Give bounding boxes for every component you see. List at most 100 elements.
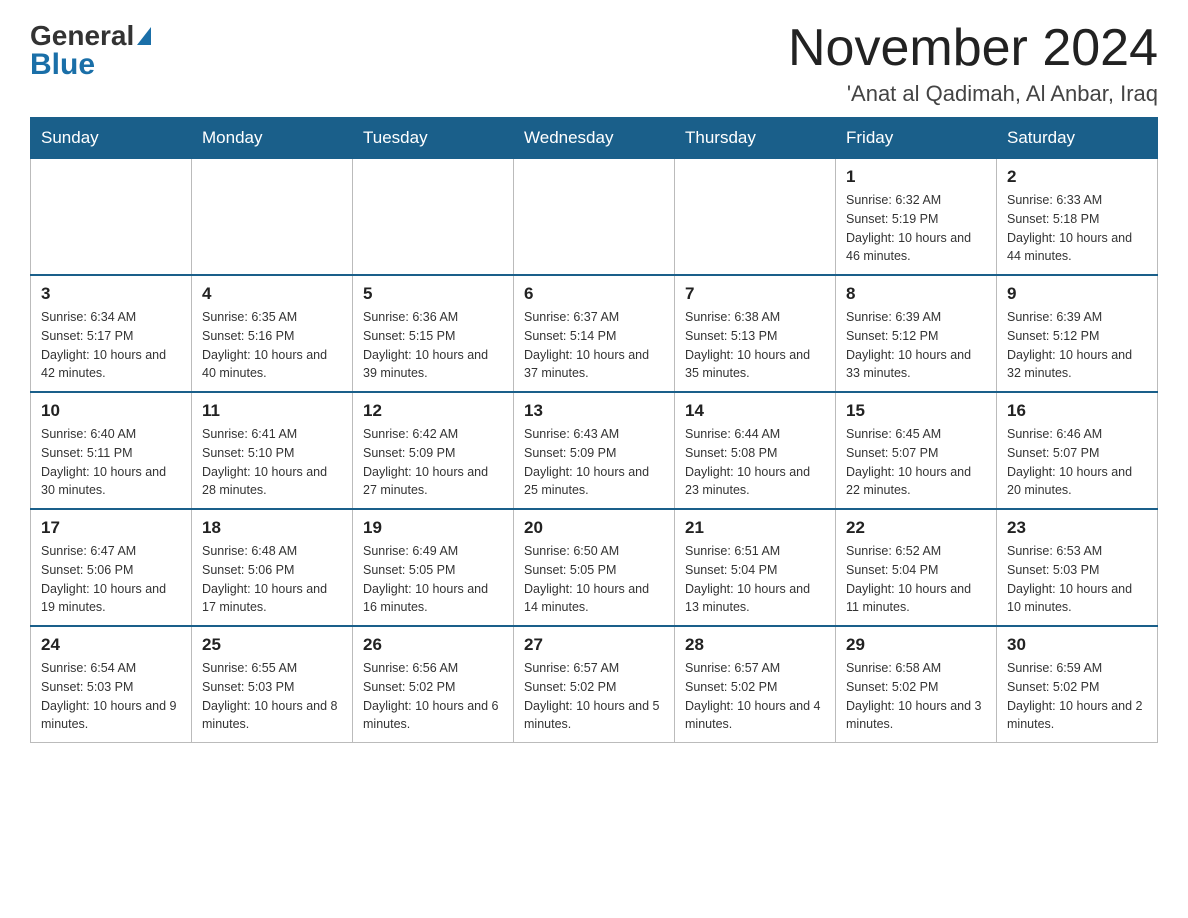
weekday-header-tuesday: Tuesday [353, 118, 514, 159]
page-header: General Blue November 2024 'Anat al Qadi… [30, 20, 1158, 107]
calendar-cell: 4Sunrise: 6:35 AMSunset: 5:16 PMDaylight… [192, 275, 353, 392]
day-info: Sunrise: 6:40 AMSunset: 5:11 PMDaylight:… [41, 425, 181, 500]
day-number: 30 [1007, 635, 1147, 655]
logo-triangle-icon [137, 27, 151, 45]
day-number: 12 [363, 401, 503, 421]
day-number: 9 [1007, 284, 1147, 304]
day-number: 6 [524, 284, 664, 304]
calendar-table: SundayMondayTuesdayWednesdayThursdayFrid… [30, 117, 1158, 743]
calendar-cell: 8 Sunrise: 6:39 AMSunset: 5:12 PMDaylight… [836, 275, 997, 392]
day-info: Sunrise: 6:47 AMSunset: 5:06 PMDaylight:… [41, 542, 181, 617]
calendar-cell: 24 Sunrise: 6:54 AMSunset: 5:03 PMDayligh… [31, 626, 192, 743]
calendar-cell: 22 Sunrise: 6:52 AMSunset: 5:04 PMDayligh… [836, 509, 997, 626]
day-info: Sunrise: 6:41 AMSunset: 5:10 PMDaylight:… [202, 425, 342, 500]
day-number: 24 [41, 635, 181, 655]
calendar-week-row: 10 Sunrise: 6:40 AMSunset: 5:11 PMDayligh… [31, 392, 1158, 509]
day-number: 1 [846, 167, 986, 187]
calendar-cell: 1 Sunrise: 6:32 AMSunset: 5:19 PMDaylight… [836, 159, 997, 276]
day-number: 21 [685, 518, 825, 538]
day-info: Sunrise: 6:43 AMSunset: 5:09 PMDaylight:… [524, 425, 664, 500]
calendar-week-row: 24 Sunrise: 6:54 AMSunset: 5:03 PMDayligh… [31, 626, 1158, 743]
calendar-cell [514, 159, 675, 276]
day-info: Sunrise: 6:50 AMSunset: 5:05 PMDaylight:… [524, 542, 664, 617]
day-number: 29 [846, 635, 986, 655]
day-info: Sunrise: 6:57 AMSunset: 5:02 PMDaylight:… [685, 659, 825, 734]
calendar-cell: 28 Sunrise: 6:57 AMSunset: 5:02 PMDayligh… [675, 626, 836, 743]
day-number: 2 [1007, 167, 1147, 187]
weekday-header-thursday: Thursday [675, 118, 836, 159]
month-title: November 2024 [788, 20, 1158, 77]
day-number: 27 [524, 635, 664, 655]
day-info: Sunrise: 6:39 AMSunset: 5:12 PMDaylight:… [1007, 308, 1147, 383]
day-info: Sunrise: 6:34 AMSunset: 5:17 PMDaylight:… [41, 308, 181, 383]
day-info: Sunrise: 6:48 AMSunset: 5:06 PMDaylight:… [202, 542, 342, 617]
day-info: Sunrise: 6:37 AMSunset: 5:14 PMDaylight:… [524, 308, 664, 383]
day-number: 25 [202, 635, 342, 655]
location-subtitle: 'Anat al Qadimah, Al Anbar, Iraq [788, 81, 1158, 107]
calendar-week-row: 3 Sunrise: 6:34 AMSunset: 5:17 PMDaylight… [31, 275, 1158, 392]
calendar-cell: 19 Sunrise: 6:49 AMSunset: 5:05 PMDayligh… [353, 509, 514, 626]
calendar-cell: 23Sunrise: 6:53 AMSunset: 5:03 PMDayligh… [997, 509, 1158, 626]
day-info: Sunrise: 6:32 AMSunset: 5:19 PMDaylight:… [846, 191, 986, 266]
calendar-cell: 17Sunrise: 6:47 AMSunset: 5:06 PMDayligh… [31, 509, 192, 626]
day-info: Sunrise: 6:44 AMSunset: 5:08 PMDaylight:… [685, 425, 825, 500]
day-info: Sunrise: 6:58 AMSunset: 5:02 PMDaylight:… [846, 659, 986, 734]
calendar-cell: 30 Sunrise: 6:59 AMSunset: 5:02 PMDayligh… [997, 626, 1158, 743]
weekday-header-wednesday: Wednesday [514, 118, 675, 159]
day-info: Sunrise: 6:55 AMSunset: 5:03 PMDaylight:… [202, 659, 342, 734]
logo-blue-text: Blue [30, 50, 95, 80]
calendar-cell: 13Sunrise: 6:43 AMSunset: 5:09 PMDayligh… [514, 392, 675, 509]
calendar-cell: 18 Sunrise: 6:48 AMSunset: 5:06 PMDayligh… [192, 509, 353, 626]
day-number: 15 [846, 401, 986, 421]
day-info: Sunrise: 6:54 AMSunset: 5:03 PMDaylight:… [41, 659, 181, 734]
calendar-cell [353, 159, 514, 276]
day-number: 10 [41, 401, 181, 421]
day-number: 8 [846, 284, 986, 304]
day-info: Sunrise: 6:52 AMSunset: 5:04 PMDaylight:… [846, 542, 986, 617]
day-info: Sunrise: 6:46 AMSunset: 5:07 PMDaylight:… [1007, 425, 1147, 500]
day-number: 5 [363, 284, 503, 304]
calendar-cell: 26Sunrise: 6:56 AMSunset: 5:02 PMDayligh… [353, 626, 514, 743]
day-number: 11 [202, 401, 342, 421]
calendar-cell: 21 Sunrise: 6:51 AMSunset: 5:04 PMDayligh… [675, 509, 836, 626]
day-info: Sunrise: 6:49 AMSunset: 5:05 PMDaylight:… [363, 542, 503, 617]
calendar-cell: 27 Sunrise: 6:57 AMSunset: 5:02 PMDayligh… [514, 626, 675, 743]
day-info: Sunrise: 6:39 AMSunset: 5:12 PMDaylight:… [846, 308, 986, 383]
weekday-header-friday: Friday [836, 118, 997, 159]
logo: General Blue [30, 20, 154, 80]
calendar-cell: 15 Sunrise: 6:45 AMSunset: 5:07 PMDayligh… [836, 392, 997, 509]
calendar-cell: 12 Sunrise: 6:42 AMSunset: 5:09 PMDayligh… [353, 392, 514, 509]
day-number: 18 [202, 518, 342, 538]
day-number: 16 [1007, 401, 1147, 421]
calendar-cell: 5Sunrise: 6:36 AMSunset: 5:15 PMDaylight… [353, 275, 514, 392]
day-number: 7 [685, 284, 825, 304]
day-info: Sunrise: 6:59 AMSunset: 5:02 PMDaylight:… [1007, 659, 1147, 734]
day-info: Sunrise: 6:53 AMSunset: 5:03 PMDaylight:… [1007, 542, 1147, 617]
weekday-header-monday: Monday [192, 118, 353, 159]
day-info: Sunrise: 6:51 AMSunset: 5:04 PMDaylight:… [685, 542, 825, 617]
day-number: 22 [846, 518, 986, 538]
day-info: Sunrise: 6:42 AMSunset: 5:09 PMDaylight:… [363, 425, 503, 500]
day-number: 26 [363, 635, 503, 655]
day-number: 4 [202, 284, 342, 304]
calendar-cell: 7Sunrise: 6:38 AMSunset: 5:13 PMDaylight… [675, 275, 836, 392]
weekday-header-saturday: Saturday [997, 118, 1158, 159]
calendar-cell: 6 Sunrise: 6:37 AMSunset: 5:14 PMDaylight… [514, 275, 675, 392]
calendar-cell [192, 159, 353, 276]
calendar-cell: 29 Sunrise: 6:58 AMSunset: 5:02 PMDayligh… [836, 626, 997, 743]
calendar-header-row: SundayMondayTuesdayWednesdayThursdayFrid… [31, 118, 1158, 159]
calendar-cell: 16 Sunrise: 6:46 AMSunset: 5:07 PMDayligh… [997, 392, 1158, 509]
calendar-cell [31, 159, 192, 276]
calendar-cell: 14Sunrise: 6:44 AMSunset: 5:08 PMDayligh… [675, 392, 836, 509]
day-number: 28 [685, 635, 825, 655]
calendar-cell: 11 Sunrise: 6:41 AMSunset: 5:10 PMDayligh… [192, 392, 353, 509]
calendar-cell: 2Sunrise: 6:33 AMSunset: 5:18 PMDaylight… [997, 159, 1158, 276]
day-info: Sunrise: 6:57 AMSunset: 5:02 PMDaylight:… [524, 659, 664, 734]
calendar-week-row: 1 Sunrise: 6:32 AMSunset: 5:19 PMDaylight… [31, 159, 1158, 276]
calendar-week-row: 17Sunrise: 6:47 AMSunset: 5:06 PMDayligh… [31, 509, 1158, 626]
calendar-cell: 25 Sunrise: 6:55 AMSunset: 5:03 PMDayligh… [192, 626, 353, 743]
calendar-cell [675, 159, 836, 276]
day-number: 3 [41, 284, 181, 304]
day-info: Sunrise: 6:45 AMSunset: 5:07 PMDaylight:… [846, 425, 986, 500]
day-number: 19 [363, 518, 503, 538]
